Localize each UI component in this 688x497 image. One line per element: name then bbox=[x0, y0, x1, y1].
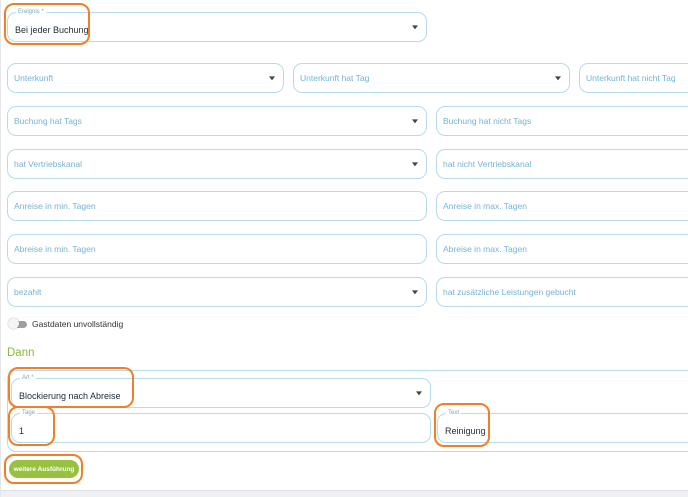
abreise-max-placeholder: Abreise in max. Tagen bbox=[443, 244, 527, 254]
hat-vertriebskanal-placeholder: hat Vertriebskanal bbox=[14, 159, 83, 169]
weitere-ausfuehrung-button[interactable]: weitere Ausführung bbox=[9, 460, 79, 478]
chevron-down-icon bbox=[416, 391, 422, 396]
zusaetzliche-leistungen-select[interactable]: hat zusätzliche Leistungen gebucht bbox=[436, 277, 688, 307]
trigger-select[interactable]: Ereignis * Bei jeder Buchung bbox=[7, 8, 427, 42]
hat-vertriebskanal-select[interactable]: hat Vertriebskanal bbox=[7, 149, 427, 179]
unterkunft-hat-tag-select[interactable]: Unterkunft hat Tag bbox=[293, 63, 570, 93]
buchung-hat-nicht-tags-placeholder: Buchung hat nicht Tags bbox=[443, 116, 532, 126]
unterkunft-placeholder: Unterkunft bbox=[14, 73, 54, 83]
zusaetzliche-leistungen-placeholder: hat zusätzliche Leistungen gebucht bbox=[443, 287, 576, 297]
bezahlt-placeholder: bezahlt bbox=[14, 287, 42, 297]
hat-nicht-vertriebskanal-select[interactable]: hat nicht Vertriebskanal bbox=[436, 149, 688, 179]
art-select[interactable]: Art * Blockierung nach Abreise bbox=[11, 374, 431, 408]
tage-value: 1 bbox=[19, 426, 25, 437]
chevron-down-icon bbox=[412, 119, 418, 124]
trigger-label: Ereignis * bbox=[16, 8, 46, 17]
abreise-min-placeholder: Abreise in min. Tagen bbox=[14, 244, 96, 254]
text-input[interactable]: Text Reinigung bbox=[437, 409, 688, 443]
unterkunft-hat-nicht-tag-select[interactable]: Unterkunft hat nicht Tag bbox=[579, 63, 688, 93]
text-value: Reinigung bbox=[445, 426, 486, 437]
toggle-switch[interactable] bbox=[8, 318, 27, 329]
unterkunft-hat-nicht-tag-placeholder: Unterkunft hat nicht Tag bbox=[586, 73, 676, 83]
hat-nicht-vertriebskanal-placeholder: hat nicht Vertriebskanal bbox=[443, 159, 532, 169]
toggle-knob bbox=[8, 318, 19, 329]
buchung-hat-tags-placeholder: Buchung hat Tags bbox=[14, 116, 82, 126]
anreise-max-placeholder: Anreise in max. Tagen bbox=[443, 201, 527, 211]
unterkunft-select[interactable]: Unterkunft bbox=[7, 63, 284, 93]
section-title-dann: Dann bbox=[7, 347, 35, 359]
tage-input[interactable]: Tage 1 bbox=[11, 409, 431, 443]
tage-label: Tage bbox=[20, 409, 38, 418]
anreise-min-input[interactable]: Anreise in min. Tagen bbox=[7, 191, 427, 221]
abreise-min-input[interactable]: Abreise in min. Tagen bbox=[7, 234, 427, 264]
chevron-down-icon bbox=[269, 76, 275, 81]
text-label: Text bbox=[446, 409, 462, 418]
gastdaten-toggle-label: Gastdaten unvollständig bbox=[32, 319, 124, 329]
bezahlt-select[interactable]: bezahlt bbox=[7, 277, 427, 307]
chevron-down-icon bbox=[412, 25, 418, 30]
anreise-max-input[interactable]: Anreise in max. Tagen bbox=[436, 191, 688, 221]
chevron-down-icon bbox=[412, 162, 418, 167]
anreise-min-placeholder: Anreise in min. Tagen bbox=[14, 201, 96, 211]
rule-editor: Ereignis * Bei jeder Buchung Unterkunft … bbox=[0, 0, 688, 497]
chevron-down-icon bbox=[555, 76, 561, 81]
trigger-value: Bei jeder Buchung bbox=[15, 25, 89, 36]
abreise-max-input[interactable]: Abreise in max. Tagen bbox=[436, 234, 688, 264]
art-label: Art * bbox=[20, 374, 36, 383]
chevron-down-icon bbox=[412, 290, 418, 295]
art-value: Blockierung nach Abreise bbox=[19, 391, 121, 402]
bottom-scrollbar bbox=[1, 490, 688, 497]
buchung-hat-tags-select[interactable]: Buchung hat Tags bbox=[7, 106, 427, 136]
gastdaten-toggle[interactable]: Gastdaten unvollständig bbox=[8, 318, 124, 330]
buchung-hat-nicht-tags-select[interactable]: Buchung hat nicht Tags bbox=[436, 106, 688, 136]
unterkunft-hat-tag-placeholder: Unterkunft hat Tag bbox=[300, 73, 370, 83]
